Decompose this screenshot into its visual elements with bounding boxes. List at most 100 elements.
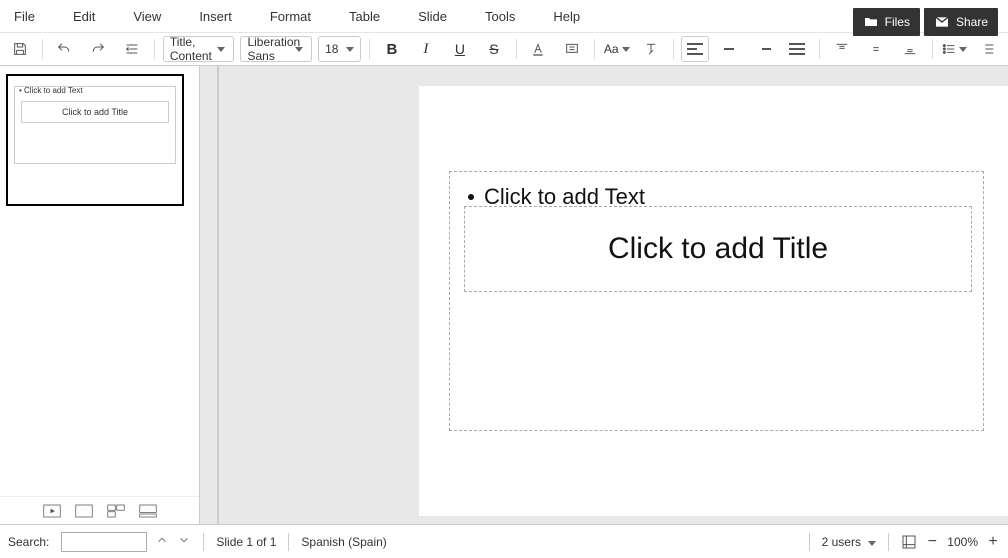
valign-bottom-icon bbox=[902, 41, 918, 57]
toolbar: Title, Content Liberation Sans 18 B I U … bbox=[0, 32, 1008, 66]
thumb-content-box: • Click to add Text Click to add Title bbox=[14, 86, 176, 164]
highlight-button[interactable] bbox=[558, 36, 586, 62]
font-color-icon bbox=[530, 41, 546, 57]
menu-slide[interactable]: Slide bbox=[410, 5, 455, 28]
valign-bottom-button[interactable] bbox=[896, 36, 924, 62]
font-size-value: 18 bbox=[325, 42, 338, 56]
valign-middle-icon bbox=[868, 41, 884, 57]
zoom-out-button[interactable]: − bbox=[925, 533, 939, 551]
share-button[interactable]: Share bbox=[924, 8, 998, 36]
outline-toggle-button[interactable] bbox=[118, 36, 146, 62]
separator bbox=[288, 533, 289, 551]
separator bbox=[203, 533, 204, 551]
zoom-level[interactable]: 100% bbox=[947, 535, 978, 549]
canvas-area[interactable]: Click to add Text Click to add Title bbox=[218, 66, 1008, 524]
undo-button[interactable] bbox=[50, 36, 78, 62]
bullet-icon bbox=[468, 194, 474, 200]
valign-middle-button[interactable] bbox=[862, 36, 890, 62]
redo-button[interactable] bbox=[84, 36, 112, 62]
workspace: • Click to add Text Click to add Title C… bbox=[0, 66, 1008, 524]
clear-format-icon bbox=[643, 41, 659, 57]
align-justify-button[interactable] bbox=[783, 36, 811, 62]
save-icon bbox=[12, 41, 28, 57]
underline-button[interactable]: U bbox=[446, 36, 474, 62]
align-justify-icon bbox=[789, 43, 805, 55]
bullet-list-button[interactable] bbox=[940, 36, 968, 62]
outline-column bbox=[200, 66, 218, 524]
title-placeholder-text: Click to add Title bbox=[608, 232, 828, 266]
more-button[interactable] bbox=[974, 36, 1002, 62]
slide-panel: • Click to add Text Click to add Title bbox=[0, 66, 200, 524]
sorter-view-button[interactable] bbox=[107, 504, 125, 518]
valign-top-icon bbox=[834, 41, 850, 57]
share-label: Share bbox=[956, 15, 988, 29]
outline-icon bbox=[124, 41, 140, 57]
case-button[interactable]: Aa bbox=[603, 36, 631, 62]
save-button[interactable] bbox=[6, 36, 34, 62]
menu-insert[interactable]: Insert bbox=[191, 5, 240, 28]
normal-view-button[interactable] bbox=[43, 504, 61, 518]
align-left-icon bbox=[687, 43, 703, 55]
align-right-icon bbox=[755, 43, 771, 55]
bold-button[interactable]: B bbox=[378, 36, 406, 62]
chevron-down-icon bbox=[622, 47, 630, 52]
undo-icon bbox=[56, 41, 72, 57]
search-prev-button[interactable] bbox=[155, 533, 169, 550]
fit-page-button[interactable] bbox=[901, 534, 917, 550]
files-label: Files bbox=[885, 15, 910, 29]
language-indicator[interactable]: Spanish (Spain) bbox=[301, 535, 386, 549]
folder-icon bbox=[863, 14, 879, 30]
font-color-button[interactable] bbox=[524, 36, 552, 62]
thumbnail-list: • Click to add Text Click to add Title bbox=[0, 66, 199, 496]
chevron-down-icon bbox=[959, 47, 967, 52]
more-icon bbox=[980, 41, 996, 57]
redo-icon bbox=[90, 41, 106, 57]
notes-view-button[interactable] bbox=[139, 504, 157, 518]
users-indicator[interactable]: 2 users bbox=[822, 535, 877, 549]
bullet-list-icon bbox=[941, 41, 957, 57]
menu-format[interactable]: Format bbox=[262, 5, 319, 28]
menu-table[interactable]: Table bbox=[341, 5, 388, 28]
content-placeholder[interactable]: Click to add Text Click to add Title bbox=[449, 171, 984, 431]
highlight-icon bbox=[564, 41, 580, 57]
zoom-in-button[interactable]: + bbox=[986, 533, 1000, 551]
search-input[interactable] bbox=[61, 532, 147, 552]
slide-counter: Slide 1 of 1 bbox=[216, 535, 276, 549]
separator bbox=[888, 533, 889, 551]
menu-file[interactable]: File bbox=[6, 5, 43, 28]
search-next-button[interactable] bbox=[177, 533, 191, 550]
layout-dropdown[interactable]: Title, Content bbox=[163, 36, 235, 62]
menu-edit[interactable]: Edit bbox=[65, 5, 103, 28]
slide-canvas[interactable]: Click to add Text Click to add Title bbox=[419, 86, 1008, 516]
case-label: Aa bbox=[604, 42, 619, 56]
slide-thumbnail-1[interactable]: • Click to add Text Click to add Title bbox=[6, 74, 184, 206]
chevron-down-icon bbox=[346, 47, 354, 52]
align-center-button[interactable] bbox=[715, 36, 743, 62]
search-label: Search: bbox=[8, 535, 49, 549]
menu-help[interactable]: Help bbox=[545, 5, 588, 28]
italic-button[interactable]: I bbox=[412, 36, 440, 62]
outline-view-button[interactable] bbox=[75, 504, 93, 518]
thumb-text-placeholder: • Click to add Text bbox=[19, 86, 83, 95]
clear-formatting-button[interactable] bbox=[637, 36, 665, 62]
valign-top-button[interactable] bbox=[828, 36, 856, 62]
menu-tools[interactable]: Tools bbox=[477, 5, 523, 28]
thumb-title-placeholder: Click to add Title bbox=[21, 101, 169, 123]
chevron-down-icon bbox=[295, 47, 303, 52]
font-name-dropdown[interactable]: Liberation Sans bbox=[240, 36, 312, 62]
align-right-button[interactable] bbox=[749, 36, 777, 62]
font-size-dropdown[interactable]: 18 bbox=[318, 36, 361, 62]
align-left-button[interactable] bbox=[681, 36, 709, 62]
strikethrough-button[interactable]: S bbox=[480, 36, 508, 62]
title-placeholder[interactable]: Click to add Title bbox=[464, 206, 972, 292]
menu-view[interactable]: View bbox=[125, 5, 169, 28]
separator bbox=[809, 533, 810, 551]
chevron-down-icon bbox=[868, 541, 876, 546]
view-mode-buttons bbox=[0, 496, 199, 524]
zoom-controls: − 100% + bbox=[901, 533, 1000, 551]
mail-icon bbox=[934, 14, 950, 30]
chevron-down-icon bbox=[217, 47, 225, 52]
files-button[interactable]: Files bbox=[853, 8, 920, 36]
status-bar: Search: Slide 1 of 1 Spanish (Spain) 2 u… bbox=[0, 524, 1008, 558]
align-center-icon bbox=[721, 43, 737, 55]
